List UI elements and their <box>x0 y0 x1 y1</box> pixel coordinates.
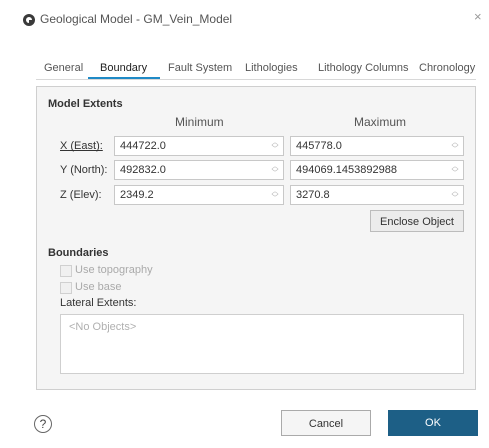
x-min-input[interactable]: 444722.0 ︿ ﹀ <box>114 136 284 156</box>
use-topography-checkbox[interactable] <box>60 265 72 277</box>
y-max-input[interactable]: 494069.1453892988 ︿ ﹀ <box>290 160 464 180</box>
y-min-value: 492832.0 <box>120 164 166 176</box>
boundaries-title: Boundaries <box>48 247 109 259</box>
tab-lithology-columns[interactable]: Lithology Columns <box>318 62 409 74</box>
x-min-value: 444722.0 <box>120 140 166 152</box>
tab-divider <box>36 79 476 80</box>
z-elev-label-text: Z (Elev): <box>60 189 102 201</box>
window-title: Geological Model - GM_Vein_Model <box>40 12 233 26</box>
y-north-label-text: Y (North): <box>60 164 108 176</box>
x-max-input[interactable]: 445778.0 ︿ ﹀ <box>290 136 464 156</box>
tab-general[interactable]: General <box>44 62 83 74</box>
lateral-extents-list[interactable]: <No Objects> <box>60 314 464 374</box>
tab-boundary[interactable]: Boundary <box>100 62 147 74</box>
title-bar: Geological Model - GM_Vein_Model × <box>0 0 489 32</box>
x-min-spinner-icon[interactable]: ︿ ﹀ <box>271 139 279 153</box>
x-max-value: 445778.0 <box>296 140 342 152</box>
use-base-label: Use base <box>75 281 122 293</box>
y-min-input[interactable]: 492832.0 ︿ ﹀ <box>114 160 284 180</box>
y-north-label: Y (North): <box>60 164 107 176</box>
y-max-spinner-icon[interactable]: ︿ ﹀ <box>451 163 459 177</box>
cancel-button[interactable]: Cancel <box>281 410 371 436</box>
tab-chronology[interactable]: Chronology <box>419 62 475 74</box>
minimum-column-header: Minimum <box>175 115 224 129</box>
maximum-column-header: Maximum <box>354 115 407 129</box>
ok-button[interactable]: OK <box>388 410 478 436</box>
z-max-value: 3270.8 <box>296 189 330 201</box>
y-min-spinner-icon[interactable]: ︿ ﹀ <box>271 163 279 177</box>
use-topography-label: Use topography <box>75 264 153 276</box>
z-max-input[interactable]: 3270.8 ︿ ﹀ <box>290 185 464 205</box>
z-min-value: 2349.2 <box>120 189 154 201</box>
z-elev-label: Z (Elev): <box>60 189 102 201</box>
enclose-object-button[interactable]: Enclose Object <box>370 210 464 232</box>
x-max-spinner-icon[interactable]: ︿ ﹀ <box>451 139 459 153</box>
y-max-value: 494069.1453892988 <box>296 164 397 176</box>
help-icon[interactable]: ? <box>34 415 52 433</box>
model-extents-title: Model Extents <box>48 98 123 110</box>
z-max-spinner-icon[interactable]: ︿ ﹀ <box>451 188 459 202</box>
list-placeholder: <No Objects> <box>69 321 137 333</box>
z-min-spinner-icon[interactable]: ︿ ﹀ <box>271 188 279 202</box>
tab-lithologies[interactable]: Lithologies <box>245 62 298 74</box>
use-base-checkbox[interactable] <box>60 282 72 294</box>
app-logo-icon <box>23 14 35 26</box>
x-east-label-text: X (East): <box>60 140 103 152</box>
z-min-input[interactable]: 2349.2 ︿ ﹀ <box>114 185 284 205</box>
tab-fault-system[interactable]: Fault System <box>168 62 232 74</box>
lateral-extents-label: Lateral Extents: <box>60 297 137 309</box>
close-icon[interactable]: × <box>474 9 482 24</box>
x-east-label: X (East): <box>60 140 103 152</box>
